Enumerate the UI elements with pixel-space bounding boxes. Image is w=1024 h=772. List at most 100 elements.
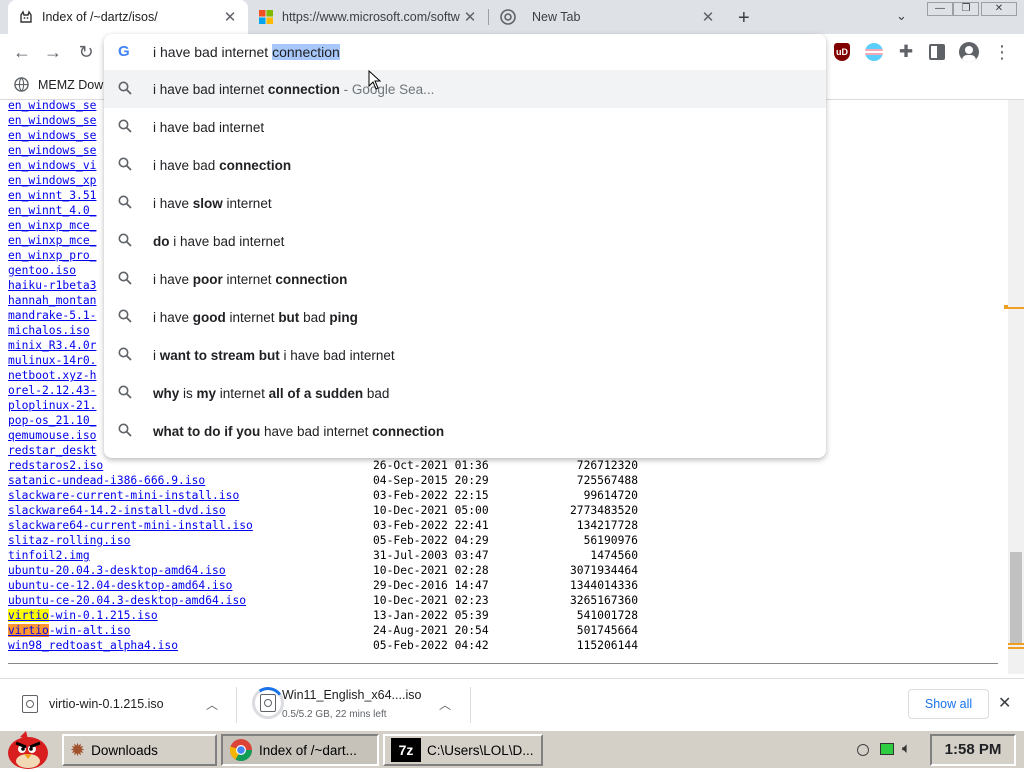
file-link[interactable]: en_winxp_mce_ [8, 219, 96, 232]
file-link[interactable]: en_windows_xp [8, 174, 96, 187]
minimize-button[interactable]: — [927, 2, 953, 16]
suggestion-fragment: internet [222, 271, 276, 287]
suggestion-fragment: i have [153, 271, 193, 287]
suggestion-item[interactable]: what to do if you have bad internet conn… [104, 412, 826, 450]
close-tab-icon[interactable]: ✕ [700, 8, 716, 26]
file-link[interactable]: en_windows_se [8, 100, 96, 112]
file-link[interactable]: tinfoil2.img [8, 549, 90, 562]
file-link[interactable]: slackware64-current-mini-install.iso [8, 519, 253, 532]
restore-button[interactable]: ❐ [953, 2, 979, 16]
volume-icon[interactable]: 🔈︎ [902, 740, 911, 757]
file-link[interactable]: en_windows_se [8, 129, 96, 142]
file-link[interactable]: en_winnt_3.51 [8, 189, 96, 202]
listing-row: en_winxp_mce_ [8, 218, 96, 233]
vertical-scrollbar[interactable] [1008, 100, 1024, 674]
file-link[interactable]: michalos.iso [8, 324, 90, 337]
tray-circle-icon[interactable] [857, 744, 869, 756]
close-download-bar-icon[interactable]: ✕ [998, 693, 1011, 713]
address-bar[interactable]: G i have bad internet connection [104, 34, 826, 70]
back-arrow-icon[interactable]: ← [10, 40, 34, 64]
file-link[interactable]: slackware64-14.2-install-dvd.iso [8, 504, 226, 517]
file-link[interactable]: virtio-win-alt.iso [8, 624, 130, 637]
download-item[interactable]: virtio-win-0.1.215.iso ︿ [0, 679, 234, 731]
clock[interactable]: 1:58 PM [930, 734, 1016, 766]
taskbar-7zip-button[interactable]: 7z C:\Users\LOL\D... [383, 734, 543, 766]
suggestion-text: i want to stream but i have bad internet [153, 348, 395, 363]
file-link[interactable]: minix_R3.4.0r [8, 339, 96, 352]
download-item[interactable]: Win11_English_x64....iso 0.5/5.2 GB, 22 … [238, 679, 468, 731]
file-link[interactable]: hannah_montan [8, 294, 96, 307]
file-link[interactable]: ubuntu-ce-12.04-desktop-amd64.iso [8, 579, 232, 592]
file-link[interactable]: gentoo.iso [8, 264, 76, 277]
file-link[interactable]: slackware-current-mini-install.iso [8, 489, 239, 502]
close-tab-icon[interactable]: ✕ [462, 8, 478, 26]
extensions-puzzle-icon[interactable]: ✚ [894, 40, 918, 64]
taskbar-downloads-button[interactable]: ✹ Downloads [62, 734, 217, 766]
listing-row: ubuntu-20.04.3-desktop-amd64.iso 10-Dec-2… [8, 563, 648, 578]
file-link[interactable]: mulinux-14r0. [8, 354, 96, 367]
file-link[interactable]: win98_redtoast_alpha4.iso [8, 639, 178, 652]
file-link[interactable]: redstaros2.iso [8, 459, 103, 472]
file-link[interactable]: virtio-win-0.1.215.iso [8, 609, 158, 622]
reload-icon[interactable]: ↻ [74, 40, 98, 64]
suggestion-item[interactable]: i have bad connection [104, 146, 826, 184]
file-link[interactable]: en_windows_se [8, 114, 96, 127]
file-link[interactable]: ubuntu-ce-20.04.3-desktop-amd64.iso [8, 594, 246, 607]
file-size: 134217728 [576, 519, 638, 532]
file-link[interactable]: pop-os_21.10_ [8, 414, 96, 427]
tab-search-chevron-icon[interactable]: ⌄ [896, 8, 907, 24]
close-window-button[interactable]: ✕ [981, 2, 1017, 16]
file-link[interactable]: slitaz-rolling.iso [8, 534, 130, 547]
file-link[interactable]: en_windows_vi [8, 159, 96, 172]
file-link[interactable]: ploplinux-21. [8, 399, 96, 412]
file-link[interactable]: mandrake-5.1- [8, 309, 96, 322]
extension-flag-icon[interactable] [865, 43, 883, 61]
forward-arrow-icon[interactable]: → [41, 40, 65, 64]
ublock-origin-icon[interactable]: uD [834, 43, 850, 61]
chevron-up-icon[interactable]: ︿ [206, 696, 218, 713]
file-link[interactable]: en_windows_se [8, 144, 96, 157]
address-input[interactable]: i have bad internet connection [153, 44, 340, 60]
listing-row: slackware64-14.2-install-dvd.iso 10-Dec-2… [8, 503, 648, 518]
file-link[interactable]: en_winxp_mce_ [8, 234, 96, 247]
profile-avatar-icon[interactable] [959, 42, 979, 62]
file-name: -win-0.1.215.iso [48, 609, 158, 622]
taskbar-chrome-button[interactable]: Index of /~dart... [221, 734, 379, 766]
side-panel-icon[interactable] [929, 44, 945, 60]
suggestion-item[interactable]: i want to stream but i have bad internet [104, 336, 826, 374]
tab-microsoft[interactable]: https://www.microsoft.com/softw ✕ [248, 0, 488, 34]
file-link[interactable]: ubuntu-20.04.3-desktop-amd64.iso [8, 564, 226, 577]
bookmark-memz[interactable]: MEMZ Dow [14, 77, 103, 92]
file-link[interactable]: orel-2.12.43- [8, 384, 96, 397]
suggestion-item[interactable]: i have slow internet [104, 184, 826, 222]
chevron-up-icon[interactable]: ︿ [439, 696, 451, 713]
suggestion-item[interactable]: i have good internet but bad ping [104, 298, 826, 336]
suggestion-item[interactable]: i have poor internet connection [104, 260, 826, 298]
folder-icon: ✹ [70, 739, 86, 760]
globe-icon [14, 77, 29, 92]
scrollbar-thumb[interactable] [1010, 552, 1022, 644]
new-tab-plus-icon[interactable]: + [738, 7, 750, 30]
suggestion-item[interactable]: i have bad internet connection - Google … [104, 70, 826, 108]
suggestion-item[interactable]: i have bad internet [104, 108, 826, 146]
file-name: slackware64-current-mini-install.iso [8, 519, 253, 532]
file-link[interactable]: haiku-r1beta3 [8, 279, 96, 292]
file-name: ubuntu-20.04.3-desktop-amd64.iso [8, 564, 226, 577]
close-tab-icon[interactable]: ✕ [222, 8, 238, 26]
file-link[interactable]: redstar_deskt [8, 444, 96, 457]
network-icon[interactable] [880, 743, 894, 755]
suggestion-item[interactable]: do i have bad internet [104, 222, 826, 260]
menu-kebab-icon[interactable]: ⋮ [990, 40, 1014, 64]
tab-new-tab[interactable]: New Tab ✕ [490, 0, 726, 34]
file-size: 725567488 [576, 474, 638, 487]
listing-row: mandrake-5.1- [8, 308, 96, 323]
suggestion-item[interactable]: why is my internet all of a sudden bad [104, 374, 826, 412]
file-link[interactable]: en_winxp_pro_ [8, 249, 96, 262]
tab-index-isos[interactable]: Index of /~dartz/isos/ ✕ [8, 0, 248, 34]
start-button-angry-bird-icon[interactable] [2, 727, 52, 769]
file-link[interactable]: qemumouse.iso [8, 429, 96, 442]
file-link[interactable]: en_winnt_4.0_ [8, 204, 96, 217]
file-link[interactable]: netboot.xyz-h [8, 369, 96, 382]
show-all-button[interactable]: Show all [908, 689, 989, 719]
file-link[interactable]: satanic-undead-i386-666.9.iso [8, 474, 205, 487]
